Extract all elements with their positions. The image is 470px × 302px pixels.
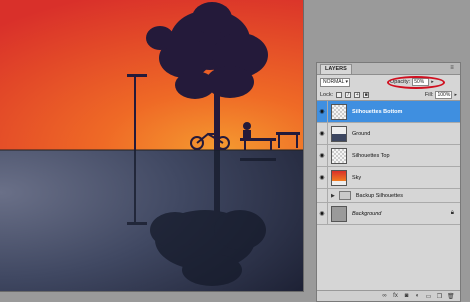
- mask-icon[interactable]: ◙: [403, 293, 410, 299]
- lock-all-icon[interactable]: ■: [363, 91, 370, 98]
- eye-icon[interactable]: ◉: [317, 123, 328, 144]
- layer-thumbnail: [331, 103, 347, 120]
- fill-input[interactable]: 100%: [435, 90, 453, 99]
- lock-label: Lock:: [320, 91, 334, 98]
- lock-row: Lock: / + ■ Fill: 100% ▸: [317, 89, 460, 100]
- lock-position-icon[interactable]: +: [354, 91, 361, 98]
- fill-control: Fill: 100% ▸: [424, 90, 457, 99]
- annotation-highlight-ring: [387, 76, 445, 89]
- layer-thumbnail: [331, 147, 347, 164]
- visibility-toggle-off[interactable]: [317, 189, 328, 202]
- layer-list: ◉ Silhouettes Bottom ◉ Ground ◉ Silhouet…: [317, 100, 460, 225]
- document-canvas[interactable]: [0, 0, 304, 292]
- layer-row-sky[interactable]: ◉ Sky: [317, 167, 460, 189]
- layer-name: Sky: [352, 174, 362, 181]
- blend-row: NORMAL ▾ Opacity: 50% ▸: [317, 75, 460, 89]
- eye-icon[interactable]: ◉: [317, 101, 328, 122]
- fill-slider-arrow-icon[interactable]: ▸: [454, 92, 457, 98]
- layer-thumbnail: [331, 169, 347, 186]
- new-layer-icon[interactable]: ❐: [436, 293, 443, 300]
- layer-name: Ground: [352, 130, 371, 137]
- trash-icon[interactable]: 🗑︎: [447, 293, 455, 300]
- lock-transparency-icon[interactable]: [336, 91, 343, 98]
- folder-icon: [338, 191, 351, 200]
- link-icon[interactable]: ∞: [381, 293, 388, 299]
- blend-mode-select[interactable]: NORMAL ▾: [320, 77, 350, 87]
- artwork: [0, 0, 303, 291]
- layer-thumbnail: [331, 125, 347, 142]
- lock-icon: 🔒︎: [450, 210, 454, 216]
- layer-name: Backup Silhouettes: [355, 192, 403, 199]
- layers-panel: LAYERS ≡ NORMAL ▾ Opacity: 50% ▸ Lock: /…: [316, 62, 461, 302]
- eye-icon[interactable]: ◉: [317, 203, 328, 224]
- layer-group-backup-silhouettes[interactable]: ▶ Backup Silhouettes: [317, 189, 460, 203]
- adjustment-icon[interactable]: ◐: [414, 293, 421, 299]
- panel-tab-bar: LAYERS ≡: [317, 63, 460, 75]
- folder-icon[interactable]: ▭: [425, 293, 432, 300]
- fx-icon[interactable]: fx: [392, 293, 399, 299]
- chevron-down-icon: ▾: [345, 78, 348, 85]
- layer-thumbnail: [331, 205, 347, 222]
- panel-menu-icon[interactable]: ≡: [448, 65, 456, 72]
- fill-label: Fill:: [424, 91, 434, 98]
- panel-bottom-bar: ∞ fx ◙ ◐ ▭ ❐ 🗑︎: [317, 290, 460, 301]
- blend-mode-value: NORMAL: [323, 78, 345, 85]
- tab-layers[interactable]: LAYERS: [320, 64, 352, 74]
- layer-row-ground[interactable]: ◉ Ground: [317, 123, 460, 145]
- layer-row-silhouettes-top[interactable]: ◉ Silhouettes Top: [317, 145, 460, 167]
- eye-icon[interactable]: ◉: [317, 145, 328, 166]
- layer-name: Silhouettes Top: [352, 152, 390, 159]
- lock-pixels-icon[interactable]: /: [345, 91, 352, 98]
- layer-row-background[interactable]: ◉ Background 🔒︎: [317, 203, 460, 225]
- expand-triangle-icon[interactable]: ▶: [331, 193, 335, 199]
- eye-icon[interactable]: ◉: [317, 167, 328, 188]
- layer-name: Background: [352, 210, 382, 217]
- layer-name: Silhouettes Bottom: [352, 108, 403, 115]
- layer-row-silhouettes-bottom[interactable]: ◉ Silhouettes Bottom: [317, 101, 460, 123]
